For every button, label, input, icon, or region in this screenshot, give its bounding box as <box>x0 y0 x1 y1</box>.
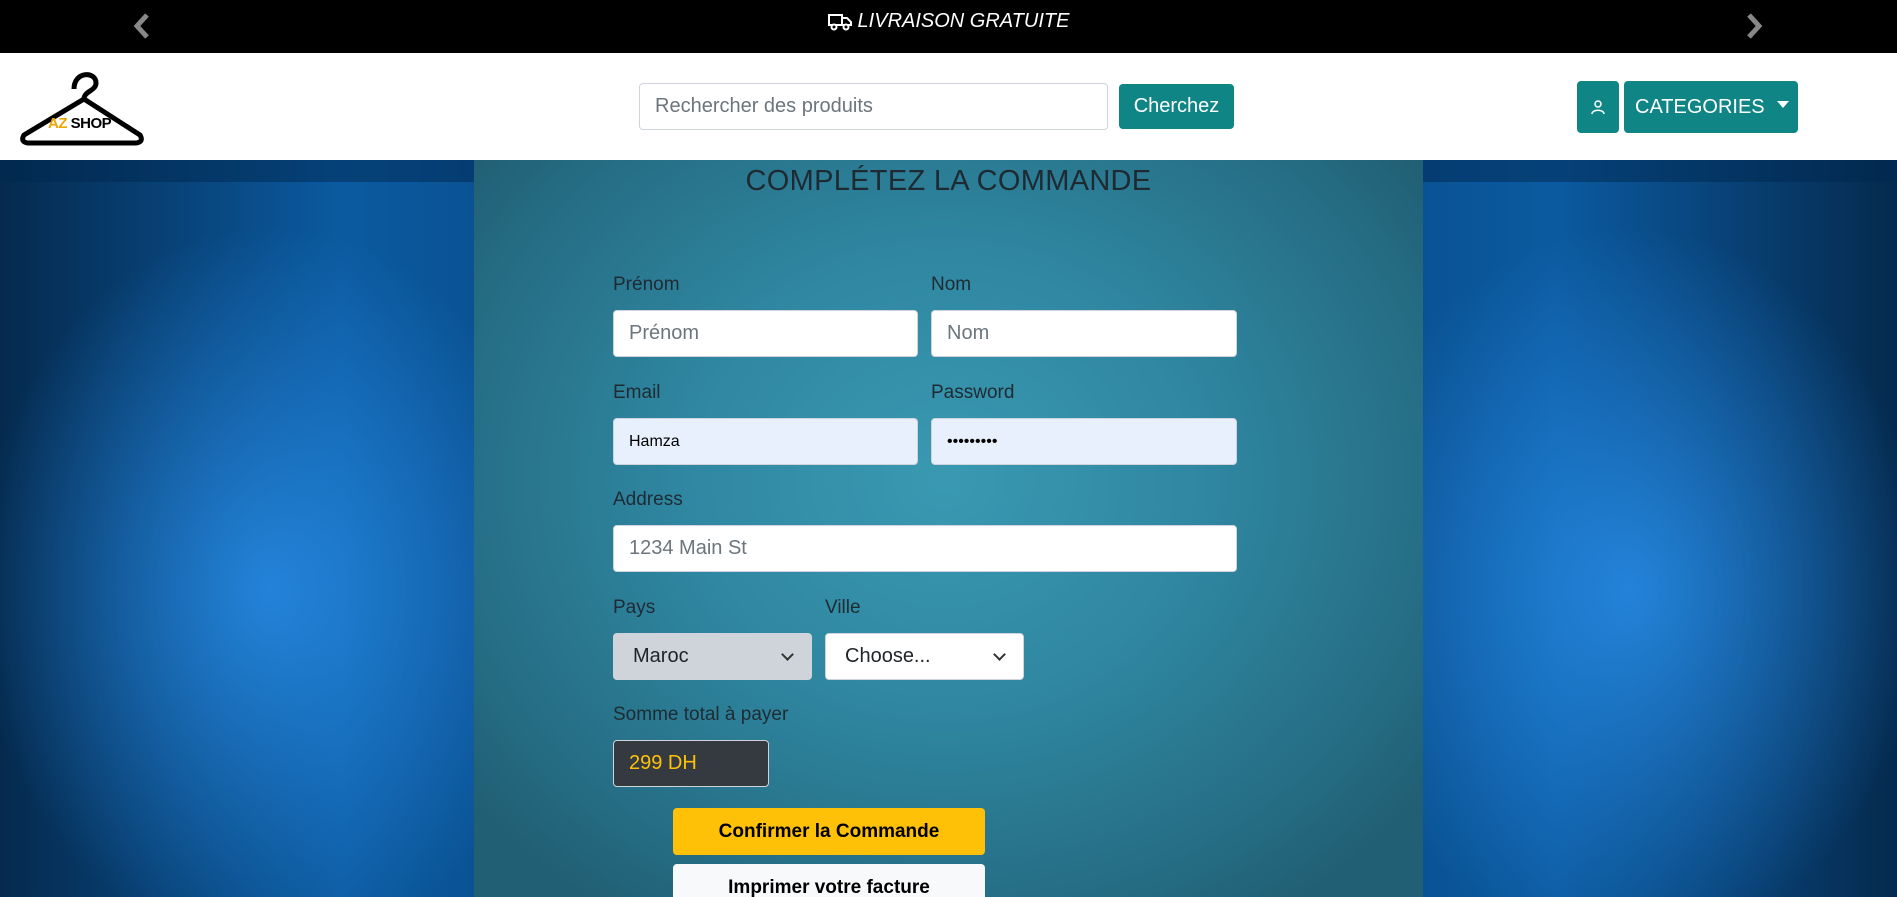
pays-select[interactable]: Maroc <box>613 633 812 680</box>
prenom-label: Prénom <box>613 274 680 295</box>
prenom-field[interactable]: Prénom <box>613 310 918 357</box>
search-button[interactable]: Cherchez <box>1119 84 1234 129</box>
user-button[interactable] <box>1577 81 1619 133</box>
total-amount: 299 DH <box>613 740 769 787</box>
chevron-right-icon[interactable] <box>1742 12 1766 40</box>
announcement-message: LIVRAISON GRATUITE <box>0 10 1897 33</box>
password-label: Password <box>931 382 1015 403</box>
address-field[interactable]: 1234 Main St <box>613 525 1237 572</box>
user-icon <box>1591 100 1605 115</box>
pays-selected: Maroc <box>633 645 689 667</box>
announcement-bar: LIVRAISON GRATUITE <box>0 0 1897 53</box>
logo-text: AZ SHOP <box>48 115 112 132</box>
site-logo[interactable]: AZ SHOP <box>18 67 146 147</box>
email-field[interactable]: Hamza <box>613 418 918 465</box>
nom-field[interactable]: Nom <box>931 310 1237 357</box>
email-label: Email <box>613 382 661 403</box>
chevron-down-icon <box>781 647 794 661</box>
caret-down-icon <box>1776 100 1789 108</box>
password-field[interactable]: ••••••••• <box>931 418 1237 465</box>
ville-select[interactable]: Choose... <box>825 633 1024 680</box>
announcement-text: LIVRAISON GRATUITE <box>857 10 1070 32</box>
logo-shop: SHOP <box>70 115 112 132</box>
logo-az: AZ <box>48 115 68 132</box>
categories-dropdown[interactable]: CATEGORIES <box>1624 81 1798 133</box>
truck-icon <box>827 13 852 30</box>
nom-label: Nom <box>931 274 972 295</box>
total-label: Somme total à payer <box>613 704 789 725</box>
ville-label: Ville <box>825 597 861 618</box>
confirm-order-button[interactable]: Confirmer la Commande <box>673 808 985 855</box>
ville-selected: Choose... <box>845 645 931 667</box>
search-input[interactable] <box>639 83 1108 130</box>
site-header: AZ SHOP Cherchez CATEGORIES <box>0 53 1897 160</box>
categories-label: CATEGORIES <box>1635 95 1765 118</box>
address-label: Address <box>613 489 683 510</box>
pays-label: Pays <box>613 597 656 618</box>
page-title: COMPLÉTEZ LA COMMANDE <box>745 165 1152 197</box>
chevron-down-icon <box>993 647 1006 661</box>
print-invoice-button[interactable]: Imprimer votre facture <box>673 864 985 897</box>
hanger-icon <box>20 72 144 146</box>
